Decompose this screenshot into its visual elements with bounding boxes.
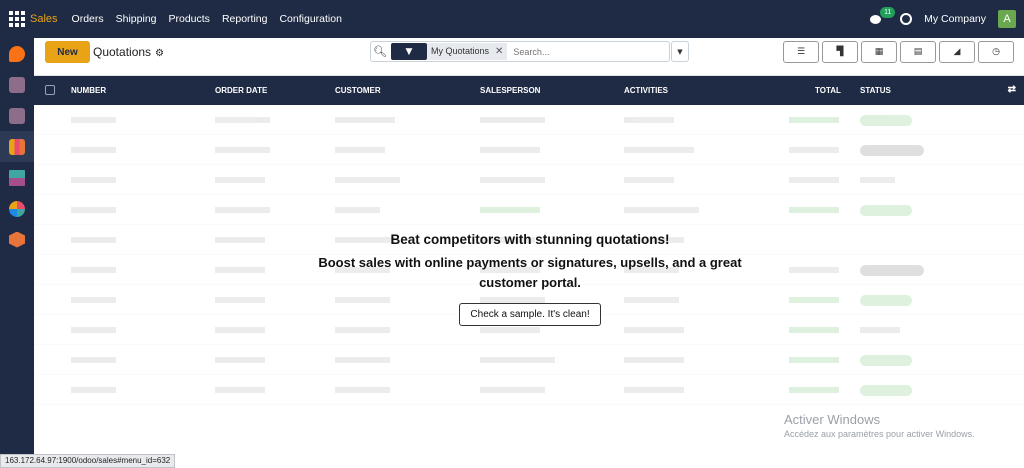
menu-orders[interactable]: Orders xyxy=(72,13,104,25)
sidebar-app-dashboard[interactable] xyxy=(0,193,34,224)
menu-reporting[interactable]: Reporting xyxy=(222,13,268,25)
chat-count-badge: 11 xyxy=(880,7,896,18)
top-navbar: Sales Orders Shipping Products Reporting… xyxy=(0,0,1024,38)
pivot-view-icon[interactable]: ▤ xyxy=(900,41,936,63)
status-url: 163.172.64.97:1900/odoo/sales#menu_id=63… xyxy=(0,454,176,468)
empty-state-helper: Beat competitors with stunning quotation… xyxy=(300,232,760,326)
table-row xyxy=(34,135,1024,165)
gear-icon[interactable]: ⚙ xyxy=(155,48,164,59)
apps-menu-icon[interactable] xyxy=(0,0,34,38)
optional-columns-icon[interactable]: ⇄ xyxy=(1008,84,1016,95)
chat-icon[interactable]: 11 xyxy=(870,7,896,27)
app-brand[interactable]: Sales xyxy=(30,13,58,25)
filter-icon: ▼ xyxy=(391,43,427,60)
activity-view-icon[interactable]: ◷ xyxy=(978,41,1014,63)
navbar-systray: 11 My Company A xyxy=(870,7,1024,28)
inventory-icon xyxy=(9,76,25,93)
sidebar-app-purchase[interactable] xyxy=(0,162,34,193)
odoo-icon xyxy=(9,231,25,248)
menu-products[interactable]: Products xyxy=(169,13,210,25)
discuss-icon xyxy=(9,45,25,62)
graph-view-icon[interactable]: ◢ xyxy=(939,41,975,63)
helper-title: Beat competitors with stunning quotation… xyxy=(390,232,670,247)
sidebar-app-inventory-1[interactable] xyxy=(0,69,34,100)
purchase-icon xyxy=(9,169,25,186)
activity-clock-icon[interactable] xyxy=(900,13,913,25)
breadcrumb-title: Quotations xyxy=(93,45,152,59)
sidebar-app-discuss[interactable] xyxy=(0,38,34,69)
list-view-icon[interactable]: ☰ xyxy=(783,41,819,63)
column-total[interactable]: TOTAL xyxy=(815,86,841,95)
watermark-title: Activer Windows xyxy=(784,412,881,427)
new-button[interactable]: New xyxy=(45,41,90,63)
column-order-date[interactable]: ORDER DATE xyxy=(215,86,267,95)
table-header: NUMBER ORDER DATE CUSTOMER SALESPERSON A… xyxy=(34,76,1024,105)
dashboard-icon xyxy=(9,200,25,217)
column-number[interactable]: NUMBER xyxy=(71,86,106,95)
facet-label: My Quotations xyxy=(427,43,494,60)
sales-icon xyxy=(9,138,25,155)
top-menu: Orders Shipping Products Reporting Confi… xyxy=(72,13,342,25)
app-sidebar xyxy=(0,38,34,456)
helper-body: Boost sales with online payments or sign… xyxy=(318,255,742,290)
column-salesperson[interactable]: SALESPERSON xyxy=(480,86,540,95)
windows-activation-watermark: Activer Windows Accédez aux paramètres p… xyxy=(784,412,975,439)
user-avatar[interactable]: A xyxy=(998,10,1016,28)
page-title: Quotations ⚙ xyxy=(93,45,164,59)
control-panel: New Quotations⚙ 🔍︎ ▼ My Quotations ✕ ▼ ☰… xyxy=(34,38,1024,76)
search-icon[interactable]: 🔍︎ xyxy=(371,45,389,58)
search-options-chevron-icon[interactable]: ▼ xyxy=(671,41,689,62)
sidebar-app-odoo[interactable] xyxy=(0,224,34,255)
column-activities[interactable]: ACTIVITIES xyxy=(624,86,668,95)
load-sample-button[interactable]: Check a sample. It's clean! xyxy=(459,303,601,326)
facet-remove-icon[interactable]: ✕ xyxy=(493,43,508,60)
menu-shipping[interactable]: Shipping xyxy=(116,13,157,25)
table-row xyxy=(34,375,1024,405)
search-facet: ▼ My Quotations ✕ xyxy=(391,43,508,60)
table-row xyxy=(34,165,1024,195)
select-all-checkbox[interactable] xyxy=(45,85,55,95)
table-row xyxy=(34,345,1024,375)
watermark-subtitle: Accédez aux paramètres pour activer Wind… xyxy=(784,429,975,439)
menu-configuration[interactable]: Configuration xyxy=(279,13,341,25)
table-row xyxy=(34,195,1024,225)
kanban-view-icon[interactable]: ▜ xyxy=(822,41,858,63)
view-switcher: ☰ ▜ ▦ ▤ ◢ ◷ xyxy=(783,41,1014,63)
calendar-view-icon[interactable]: ▦ xyxy=(861,41,897,63)
inventory-icon xyxy=(9,107,25,124)
sidebar-app-inventory-2[interactable] xyxy=(0,100,34,131)
column-customer[interactable]: CUSTOMER xyxy=(335,86,381,95)
sidebar-app-sales[interactable] xyxy=(0,131,34,162)
search-bar: 🔍︎ ▼ My Quotations ✕ xyxy=(370,41,670,62)
company-switcher[interactable]: My Company xyxy=(924,13,986,25)
table-row xyxy=(34,105,1024,135)
search-input[interactable] xyxy=(513,46,654,57)
column-status[interactable]: STATUS xyxy=(860,86,891,95)
